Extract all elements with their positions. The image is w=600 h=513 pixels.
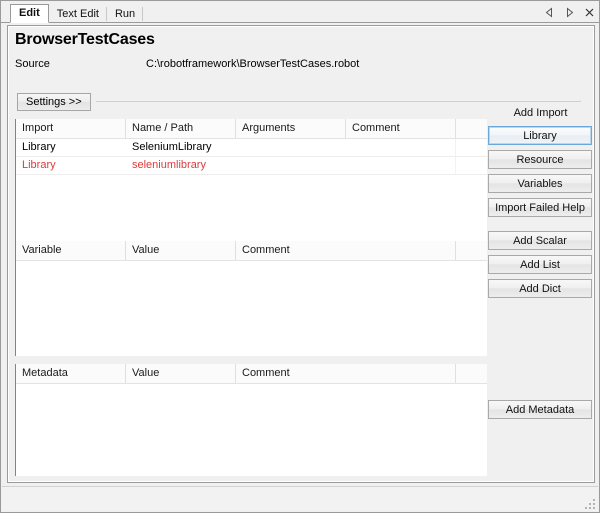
import-row2-import[interactable]: Library: [16, 157, 125, 174]
import-row2-name-path[interactable]: seleniumlibrary: [126, 157, 235, 174]
import-row1-arguments[interactable]: [236, 139, 345, 156]
metadata-header-comment[interactable]: Comment: [236, 364, 455, 383]
import-header-import[interactable]: Import: [16, 119, 125, 138]
variable-grid-header: Variable Value Comment: [16, 241, 487, 261]
source-label: Source: [15, 58, 50, 70]
resize-grip-icon[interactable]: [583, 497, 595, 509]
add-scalar-button[interactable]: Add Scalar: [488, 231, 592, 250]
section-separator: [15, 356, 487, 364]
prev-tab-icon[interactable]: [544, 7, 555, 18]
metadata-actions: Add Metadata: [488, 395, 593, 419]
table-row[interactable]: Library seleniumlibrary: [16, 157, 487, 175]
add-variables-button[interactable]: Variables: [488, 174, 592, 193]
metadata-header-extra[interactable]: [456, 364, 487, 383]
next-tab-icon[interactable]: [564, 7, 575, 18]
editor-panel: BrowserTestCases Source C:\robotframewor…: [7, 25, 595, 483]
import-grid[interactable]: Import Name / Path Arguments Comment Lib…: [15, 119, 487, 259]
metadata-grid-empty-area[interactable]: [16, 384, 487, 476]
variable-header-value[interactable]: Value: [126, 241, 235, 260]
settings-toggle-button[interactable]: Settings >>: [17, 93, 91, 111]
add-import-title: Add Import: [488, 105, 593, 121]
add-metadata-button[interactable]: Add Metadata: [488, 400, 592, 419]
tab-run[interactable]: Run: [107, 5, 143, 23]
metadata-grid[interactable]: Metadata Value Comment: [15, 364, 487, 476]
editor-panel-inner: BrowserTestCases Source C:\robotframewor…: [9, 27, 593, 481]
import-grid-header: Import Name / Path Arguments Comment: [16, 119, 487, 139]
close-icon[interactable]: [584, 7, 595, 18]
add-import-actions: Add Import Library Resource Variables Im…: [488, 105, 593, 298]
import-header-name-path[interactable]: Name / Path: [126, 119, 235, 138]
import-row2-arguments[interactable]: [236, 157, 345, 174]
tab-text-edit[interactable]: Text Edit: [49, 5, 107, 23]
add-list-button[interactable]: Add List: [488, 255, 592, 274]
import-row2-comment[interactable]: [346, 157, 455, 174]
table-row[interactable]: Library SeleniumLibrary: [16, 139, 487, 157]
metadata-header-value[interactable]: Value: [126, 364, 235, 383]
add-dict-button[interactable]: Add Dict: [488, 279, 592, 298]
metadata-header-metadata[interactable]: Metadata: [16, 364, 125, 383]
tab-text-edit-label: Text Edit: [57, 8, 99, 20]
variable-header-variable[interactable]: Variable: [16, 241, 125, 260]
tab-edit[interactable]: Edit: [10, 4, 49, 23]
import-row1-comment[interactable]: [346, 139, 455, 156]
metadata-grid-header: Metadata Value Comment: [16, 364, 487, 384]
tab-list: Edit Text Edit Run: [10, 4, 143, 23]
import-row1-name-path[interactable]: SeleniumLibrary: [126, 139, 235, 156]
variable-header-extra[interactable]: [456, 241, 487, 260]
import-row1-import[interactable]: Library: [16, 139, 125, 156]
variable-grid-empty-area[interactable]: [16, 261, 487, 356]
tab-nav-icons: [544, 5, 595, 19]
tab-run-label: Run: [115, 8, 135, 20]
import-header-extra[interactable]: [456, 119, 487, 138]
settings-separator-rule: [96, 101, 581, 102]
status-bar: [2, 486, 598, 511]
tab-underline: [1, 22, 599, 23]
tab-edit-label: Edit: [19, 7, 40, 19]
add-resource-button[interactable]: Resource: [488, 150, 592, 169]
add-library-button[interactable]: Library: [488, 126, 592, 145]
source-path-value: C:\robotframework\BrowserTestCases.robot: [146, 58, 359, 70]
application-window: Edit Text Edit Run: [0, 0, 600, 513]
import-failed-help-button[interactable]: Import Failed Help: [488, 198, 592, 217]
import-header-arguments[interactable]: Arguments: [236, 119, 345, 138]
variable-grid[interactable]: Variable Value Comment: [15, 241, 487, 356]
tab-strip: Edit Text Edit Run: [1, 1, 599, 23]
import-header-comment[interactable]: Comment: [346, 119, 455, 138]
import-row1-divider: [455, 139, 456, 156]
page-title: BrowserTestCases: [15, 31, 155, 49]
import-row2-divider: [455, 157, 456, 174]
variable-header-comment[interactable]: Comment: [236, 241, 455, 260]
